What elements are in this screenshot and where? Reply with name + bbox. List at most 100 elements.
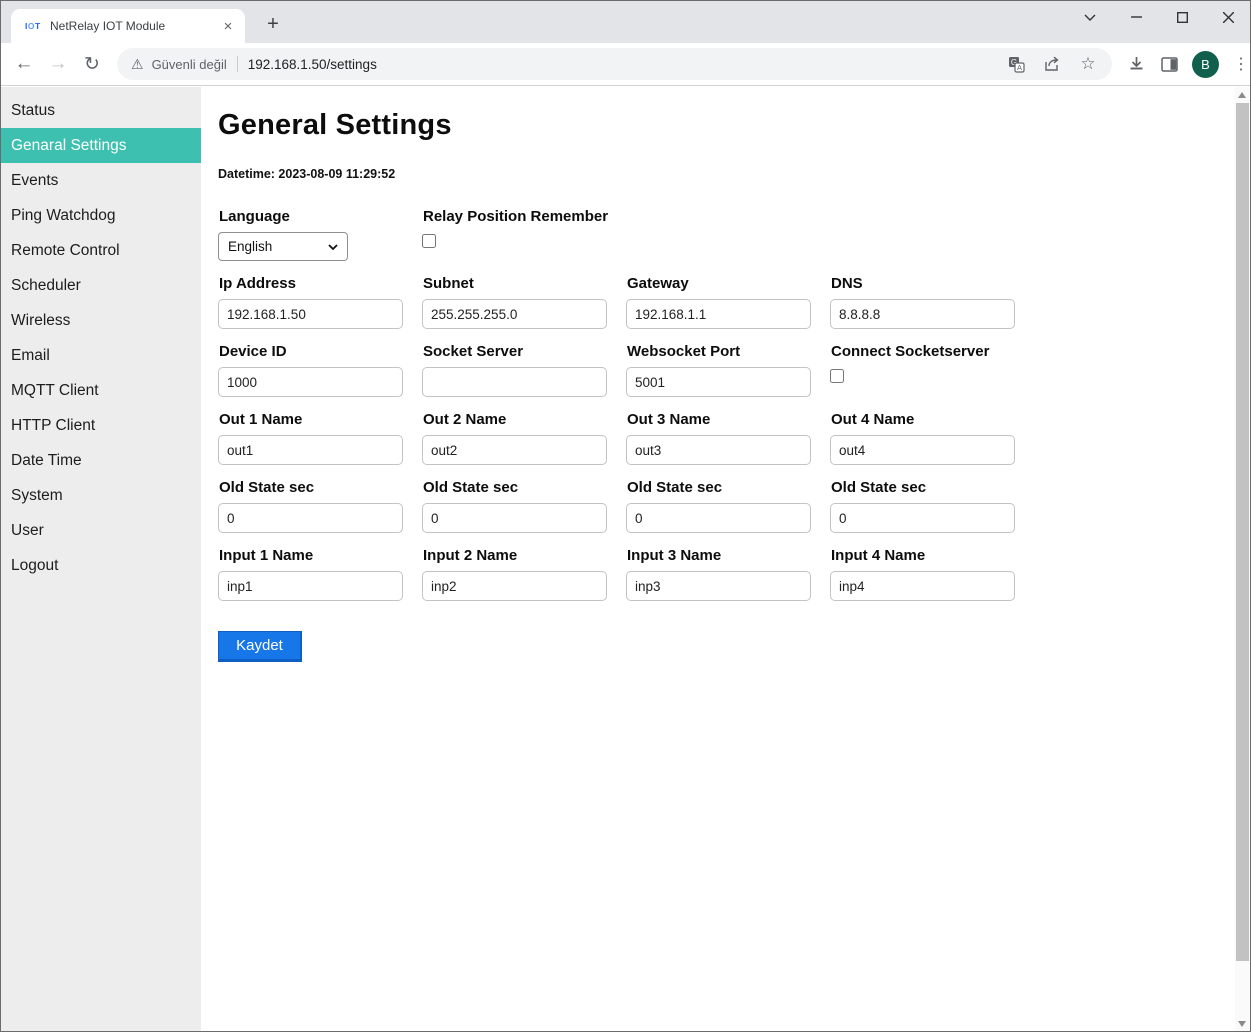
old-state-4-input[interactable] <box>830 503 1015 533</box>
input1-name-input[interactable] <box>218 571 403 601</box>
subnet-input[interactable] <box>422 299 607 329</box>
ip-address-input[interactable] <box>218 299 403 329</box>
field-old-state-1: Old State sec <box>218 479 422 533</box>
device-id-input[interactable] <box>218 367 403 397</box>
connect-socketserver-checkbox[interactable] <box>830 369 844 383</box>
new-tab-button[interactable]: + <box>259 10 287 38</box>
field-out4-name: Out 4 Name <box>830 411 1034 465</box>
web-page: Status Genaral Settings Events Ping Watc… <box>1 87 1236 1032</box>
scrollbar-up-arrow-icon[interactable] <box>1238 92 1246 98</box>
relay-position-label: Relay Position Remember <box>423 208 830 225</box>
field-subnet: Subnet <box>422 275 626 329</box>
ip-address-label: Ip Address <box>219 275 422 292</box>
connect-socketserver-label: Connect Socketserver <box>831 343 1034 360</box>
field-websocket-port: Websocket Port <box>626 343 830 397</box>
translate-icon[interactable]: GA <box>1006 54 1026 74</box>
sidebar-item-date-time[interactable]: Date Time <box>1 443 201 478</box>
share-icon[interactable] <box>1042 54 1062 74</box>
field-input3-name: Input 3 Name <box>626 547 830 601</box>
sidebar-item-system[interactable]: System <box>1 478 201 513</box>
profile-avatar[interactable]: B <box>1192 51 1219 78</box>
language-label: Language <box>219 208 422 225</box>
out3-name-input[interactable] <box>626 435 811 465</box>
minimize-button[interactable] <box>1122 4 1150 30</box>
websocket-port-input[interactable] <box>626 367 811 397</box>
field-dns: DNS <box>830 275 1034 329</box>
sidebar-item-wireless[interactable]: Wireless <box>1 303 201 338</box>
sidebar-item-ping-watchdog[interactable]: Ping Watchdog <box>1 198 201 233</box>
field-out3-name: Out 3 Name <box>626 411 830 465</box>
bookmark-star-icon[interactable]: ☆ <box>1078 54 1098 74</box>
old-state-3-label: Old State sec <box>627 479 830 496</box>
sidebar-nav: Status Genaral Settings Events Ping Watc… <box>1 87 201 1032</box>
security-label[interactable]: Güvenli değil <box>152 57 227 72</box>
language-select[interactable]: English <box>218 232 348 261</box>
old-state-2-input[interactable] <box>422 503 607 533</box>
out4-name-label: Out 4 Name <box>831 411 1034 428</box>
tab-close-icon[interactable]: × <box>219 17 237 35</box>
input3-name-input[interactable] <box>626 571 811 601</box>
gateway-input[interactable] <box>626 299 811 329</box>
browser-tab[interactable]: IOT NetRelay IOT Module × <box>11 9 245 43</box>
device-id-label: Device ID <box>219 343 422 360</box>
old-state-1-input[interactable] <box>218 503 403 533</box>
sidebar-item-events[interactable]: Events <box>1 163 201 198</box>
field-old-state-3: Old State sec <box>626 479 830 533</box>
sidebar-item-logout[interactable]: Logout <box>1 548 201 583</box>
field-out2-name: Out 2 Name <box>422 411 626 465</box>
tab-strip: IOT NetRelay IOT Module × + <box>1 1 1250 43</box>
sidebar-item-scheduler[interactable]: Scheduler <box>1 268 201 303</box>
save-button[interactable]: Kaydet <box>218 631 302 662</box>
field-input4-name: Input 4 Name <box>830 547 1034 601</box>
sidebar-item-general-settings[interactable]: Genaral Settings <box>1 128 201 163</box>
main-content: General Settings Datetime: 2023-08-09 11… <box>201 87 1236 1032</box>
download-icon[interactable] <box>1126 54 1146 74</box>
omnibox-divider <box>237 56 238 72</box>
input2-name-input[interactable] <box>422 571 607 601</box>
field-connect-socketserver: Connect Socketserver <box>830 343 1034 397</box>
field-ip-address: Ip Address <box>218 275 422 329</box>
address-bar[interactable]: ⚠ Güvenli değil 192.168.1.50/settings GA… <box>117 48 1112 80</box>
side-panel-icon[interactable] <box>1159 54 1179 74</box>
url-text[interactable]: 192.168.1.50/settings <box>248 57 1006 72</box>
input3-name-label: Input 3 Name <box>627 547 830 564</box>
field-device-id: Device ID <box>218 343 422 397</box>
window-controls <box>1076 3 1242 31</box>
close-button[interactable] <box>1214 4 1242 30</box>
browser-menu-icon[interactable]: ⋮ <box>1232 54 1250 74</box>
dns-input[interactable] <box>830 299 1015 329</box>
back-icon[interactable]: ← <box>9 49 39 79</box>
sidebar-item-status[interactable]: Status <box>1 93 201 128</box>
field-out1-name: Out 1 Name <box>218 411 422 465</box>
relay-position-checkbox[interactable] <box>422 234 436 248</box>
chevron-down-icon[interactable] <box>1076 4 1104 30</box>
not-secure-warning-icon: ⚠ <box>131 56 144 73</box>
page-scrollbar[interactable] <box>1235 87 1250 1032</box>
sidebar-item-remote-control[interactable]: Remote Control <box>1 233 201 268</box>
out2-name-label: Out 2 Name <box>423 411 626 428</box>
old-state-3-input[interactable] <box>626 503 811 533</box>
forward-icon[interactable]: → <box>43 49 73 79</box>
field-old-state-2: Old State sec <box>422 479 626 533</box>
field-input1-name: Input 1 Name <box>218 547 422 601</box>
sidebar-item-mqtt-client[interactable]: MQTT Client <box>1 373 201 408</box>
socket-server-label: Socket Server <box>423 343 626 360</box>
field-input2-name: Input 2 Name <box>422 547 626 601</box>
out4-name-input[interactable] <box>830 435 1015 465</box>
out2-name-input[interactable] <box>422 435 607 465</box>
reload-icon[interactable]: ↻ <box>77 49 107 79</box>
sidebar-item-http-client[interactable]: HTTP Client <box>1 408 201 443</box>
input4-name-input[interactable] <box>830 571 1015 601</box>
select-chevron-down-icon <box>328 244 338 250</box>
svg-text:A: A <box>1016 63 1021 72</box>
scrollbar-down-arrow-icon[interactable] <box>1238 1021 1246 1027</box>
scrollbar-thumb[interactable] <box>1236 103 1249 961</box>
old-state-2-label: Old State sec <box>423 479 626 496</box>
input1-name-label: Input 1 Name <box>219 547 422 564</box>
socket-server-input[interactable] <box>422 367 607 397</box>
out1-name-input[interactable] <box>218 435 403 465</box>
maximize-button[interactable] <box>1168 4 1196 30</box>
sidebar-item-user[interactable]: User <box>1 513 201 548</box>
sidebar-item-email[interactable]: Email <box>1 338 201 373</box>
language-selected-value: English <box>228 239 328 254</box>
